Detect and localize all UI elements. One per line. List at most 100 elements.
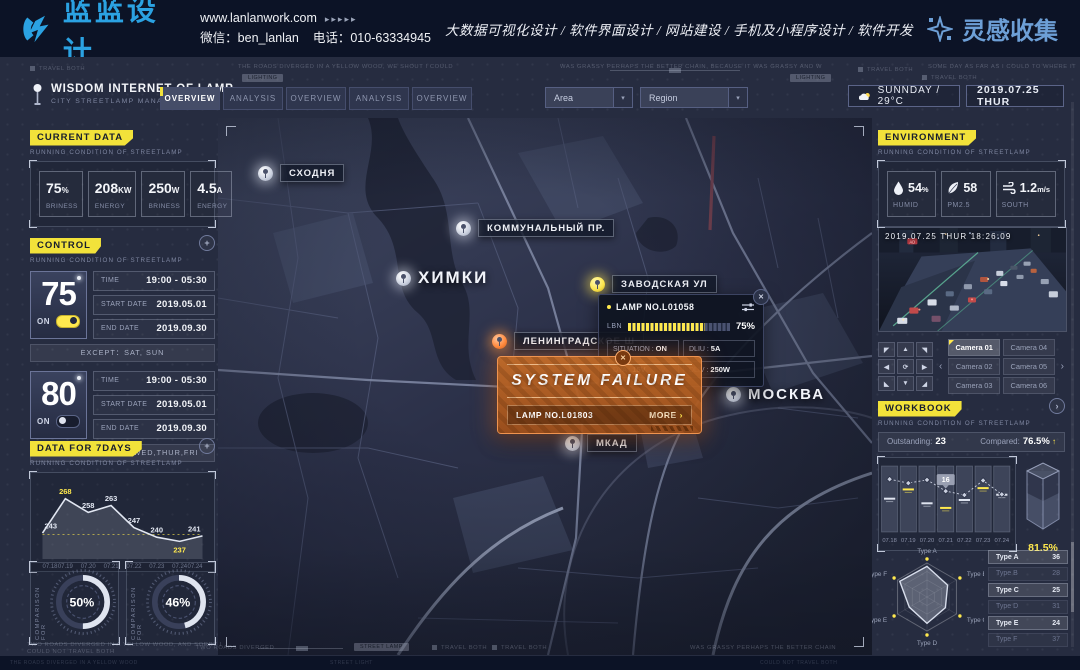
power-toggle[interactable] [56,315,80,328]
close-icon[interactable]: ✕ [615,350,631,366]
pan-down-right-icon[interactable]: ◢ [916,376,933,391]
gauge-label: COMPARISON FOR [35,570,47,640]
dashboard: TRAVEL BOTH THE ROADS DIVERGED IN A YELL… [0,57,1080,670]
tab-analysis-1[interactable]: ANALYSIS [223,87,283,110]
camera-feed[interactable]: AD 2019.07.25 TH [878,227,1067,332]
map-pin-moskva[interactable]: МОСКВА [726,386,825,403]
pan-right-icon[interactable]: ▶ [916,359,933,374]
svg-text:243: 243 [45,521,58,530]
workbook-bar-chart[interactable]: 07.1807.1907.2007.2107.2207.2307.2416 [878,457,1016,551]
region-select[interactable]: Region▾ [640,87,748,108]
panel-camera: AD 2019.07.25 TH [878,227,1065,394]
gauge-ring: 46% [143,566,215,640]
wind-icon [1002,182,1016,194]
vertical-scrollbar[interactable] [1071,102,1074,647]
map-pin-skhodnya[interactable]: СХОДНЯ [258,164,344,182]
website-link[interactable]: www.lanlanwork.com [200,11,317,25]
tab-analysis-2[interactable]: ANALYSIS [349,87,409,110]
reset-view-icon[interactable]: ⟳ [897,359,914,374]
inspiration-collect[interactable]: 灵感收集 [927,11,1058,46]
camera-02-button[interactable]: Camera 02 [948,358,1000,375]
legend-type-e[interactable]: Type E24 [988,616,1068,630]
decor-checkbox-travel: TRAVEL BOTH [922,75,977,81]
camera-04-button[interactable]: Camera 04 [1003,339,1055,356]
sliders-icon[interactable] [741,302,755,312]
close-icon[interactable]: ✕ [753,289,769,305]
brightness-level-box: 75 ON [30,271,87,339]
lanlan-logo-icon [22,12,54,46]
comparison-gauge-1: COMPARISON FOR 50% [30,562,119,644]
decor-text: SOME DAY AS FAR AS I COULD TO WHERE IT [928,64,1076,70]
map-pin-mkad[interactable]: МКАД [565,434,637,452]
map-pin-zavodskaya[interactable]: ЗАВОДСКАЯ УЛ [590,275,717,293]
panel-7days-data: DATA FOR 7DAYS + RUNNING CONDITION OF ST… [30,438,215,572]
camera-controls: ◤ ▲ ◥ ◀ ⟳ ▶ ◣ ▼ ◢ ‹ Camera 01 Camera 04 … [878,339,1065,394]
comparison-gauge-2: COMPARISON FOR 46% [126,562,215,644]
map-pin-kommunalny[interactable]: КОММУНАЛЬНЫЙ ПР. [456,219,614,237]
decor-slider [610,70,740,71]
contact-info: www.lanlanwork.com▸▸▸▸▸ 微信：ben_lanlan电话：… [200,9,431,48]
legend-type-b[interactable]: Type B28 [988,567,1068,581]
tab-overview-3[interactable]: OVERVIEW [412,87,472,110]
decor-checkbox-travel: TRAVEL BOTH [30,66,85,72]
pan-left-icon[interactable]: ◀ [878,359,895,374]
time-row[interactable]: TIME19:00 - 05:30 [93,371,215,391]
decor-text: COULD NOT TRAVEL BOTH [27,649,115,655]
pan-up-right-icon[interactable]: ◥ [916,342,933,357]
legend-type-a[interactable]: Type A36 [988,550,1068,564]
brightness-level-box: 80 ON [30,371,87,439]
map-corner-bracket [854,126,864,136]
expand-button[interactable]: + [199,438,215,454]
panel-label: DATA FOR 7DAYS [30,441,142,457]
end-date-row[interactable]: END DATE2019.09.30 [93,419,215,439]
legend-type-d[interactable]: Type D31 [988,600,1068,614]
camera-06-button[interactable]: Camera 06 [1003,377,1055,394]
tab-overview-1[interactable]: OVERVIEW [160,87,220,110]
tab-overview-2[interactable]: OVERVIEW [286,87,346,110]
seven-days-line-chart[interactable]: 24307.1826807.1925807.2026307.2124707.22… [30,472,215,572]
gauge-label: COMPARISON FOR [131,570,143,640]
system-failure-alert: ✕ SYSTEM FAILURE LAMP NO.L01803 MORE› [497,356,702,434]
radar-legend: Type A36 Type B28 Type C25 Type D31 Type… [988,550,1068,652]
pan-down-icon[interactable]: ▼ [897,376,914,391]
leaf-icon [947,181,959,195]
end-date-row[interactable]: END DATE2019.09.30 [93,319,215,339]
date-display: 2019.07.25 THUR [966,85,1064,107]
panel-radar: Type AType BType CType DType EType F Typ… [872,540,1068,652]
workbook-next-button[interactable]: › [1049,398,1065,414]
camera-03-button[interactable]: Camera 03 [948,377,1000,394]
camera-prev-icon[interactable]: ‹ [938,361,943,372]
svg-text:Type A: Type A [917,548,937,555]
bulb-icon [77,276,81,280]
legend-type-f[interactable]: Type F37 [988,633,1068,647]
panel-subtitle: RUNNING CONDITION OF STREETLAMP [30,149,215,156]
services-tagline: 大数据可视化设计 / 软件界面设计 / 网站建设 / 手机及小程序设计 / 软件… [431,19,927,39]
map-pin-khimki[interactable]: ХИМКИ [396,268,488,288]
city-map[interactable]: СХОДНЯ КОММУНАЛЬНЫЙ ПР. ХИМКИ ЗАВОДСКАЯ … [218,118,872,655]
area-select[interactable]: Area▾ [545,87,633,108]
pan-down-left-icon[interactable]: ◣ [878,376,895,391]
camera-05-button[interactable]: Camera 05 [1003,358,1055,375]
up-arrow-icon: ↑ [1052,437,1056,446]
brightness-bar[interactable] [628,323,730,331]
svg-text:263: 263 [105,494,118,503]
phone-label: 电话：010-63334945 [313,31,431,45]
pan-up-icon[interactable]: ▲ [897,342,914,357]
camera-next-icon[interactable]: › [1060,361,1065,372]
decor-text: WAS GRASSY PERHAPS THE BETTER CHAIN [690,645,836,651]
time-row[interactable]: TIME19:00 - 05:30 [93,271,215,291]
decor-chip-lighting: LIGHTING [790,74,831,82]
pan-up-left-icon[interactable]: ◤ [878,342,895,357]
camera-01-button[interactable]: Camera 01 [948,339,1000,356]
start-date-row[interactable]: START DATE2019.05.01 [93,395,215,415]
legend-type-c[interactable]: Type C25 [988,583,1068,597]
traffic-scene: AD [879,228,1066,331]
add-schedule-button[interactable]: + [199,235,215,251]
type-radar-chart[interactable]: Type AType BType CType DType EType F [872,540,984,652]
map-corner-bracket [854,637,864,647]
power-toggle[interactable] [56,415,80,428]
decor-chip-lighting: LIGHTING [242,74,283,82]
more-button[interactable]: MORE› [649,410,683,420]
start-date-row[interactable]: START DATE2019.05.01 [93,295,215,315]
droplet-icon [893,181,904,195]
